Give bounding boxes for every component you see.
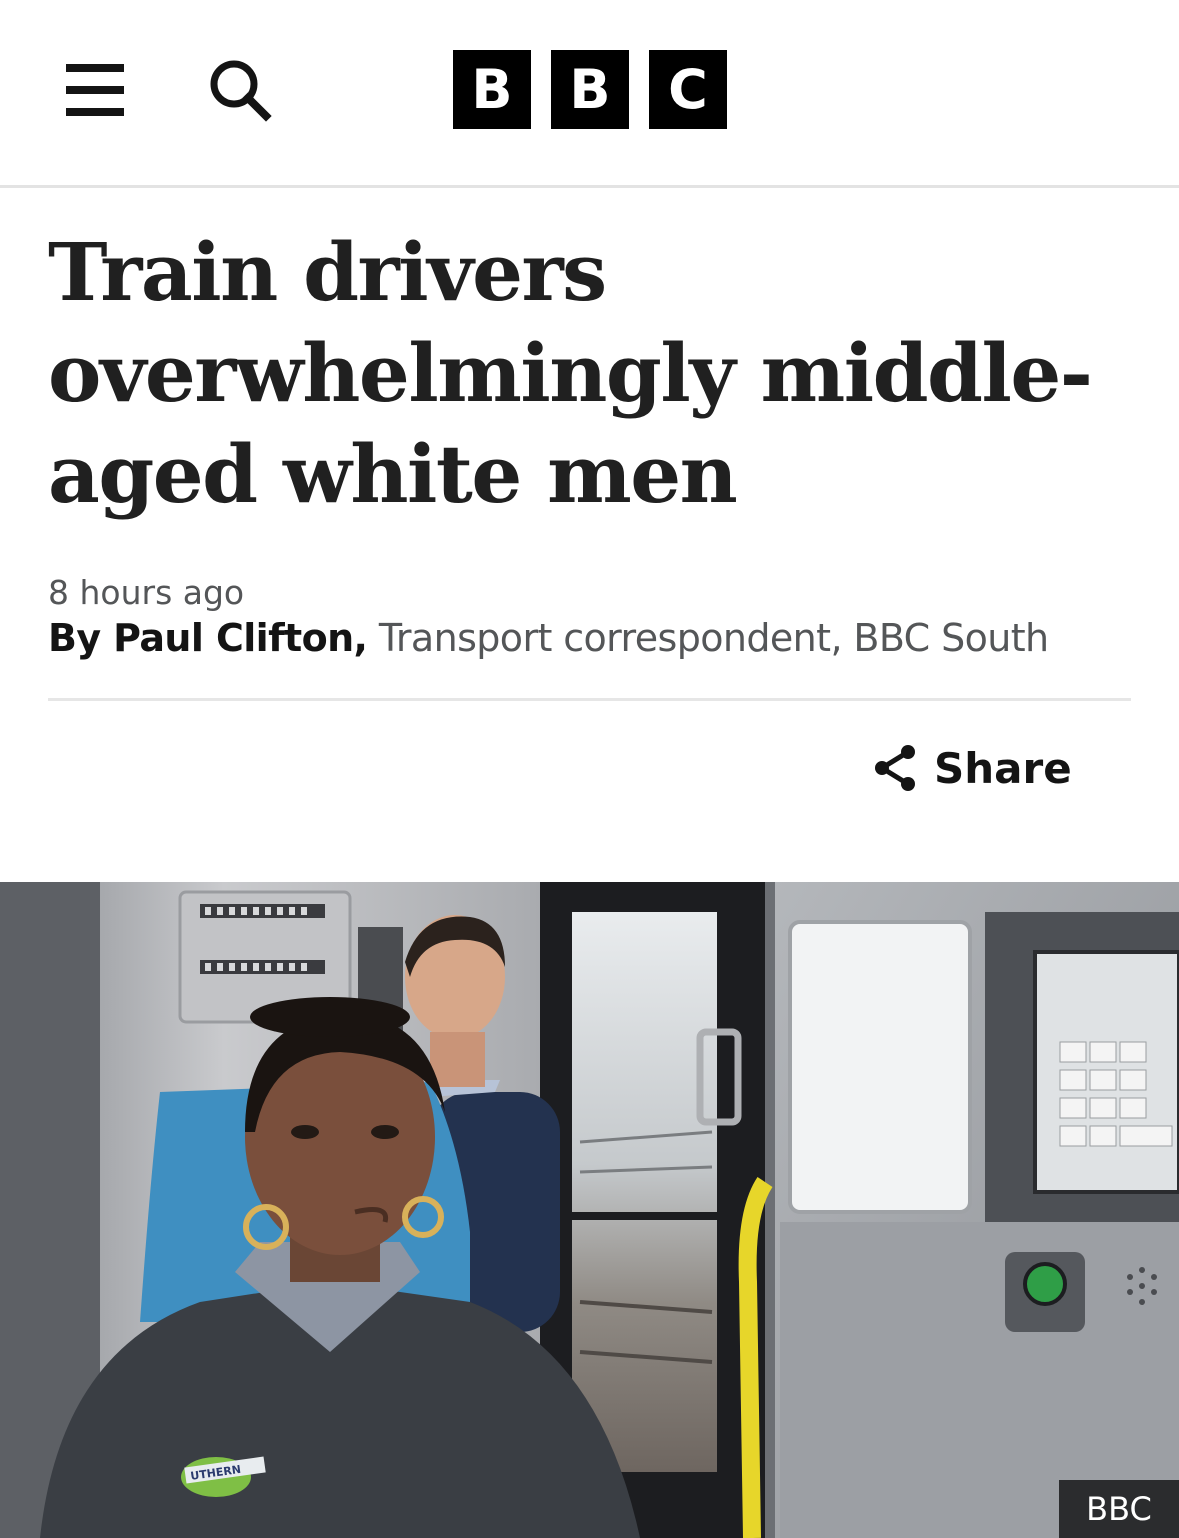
site-header: B B C (0, 0, 1179, 188)
menu-button[interactable] (66, 62, 126, 118)
logo-letter: B (453, 50, 531, 129)
hamburger-menu-icon-bar-middle (66, 86, 124, 94)
logo-letter: B (551, 50, 629, 129)
article-headline: Train drivers overwhelmingly middle-aged… (48, 225, 1093, 521)
hamburger-menu-icon-bar-top (66, 64, 124, 72)
search-icon (210, 60, 272, 122)
hero-image[interactable]: UTHERN BBC (0, 882, 1179, 1538)
share-icon (875, 745, 915, 791)
article-byline: By Paul Clifton, Transport correspondent… (48, 616, 1049, 660)
logo-letter: C (649, 50, 727, 129)
article-timestamp: 8 hours ago (48, 573, 245, 612)
byline-role: Transport correspondent, BBC South (367, 616, 1049, 660)
share-label: Share (934, 743, 1072, 793)
bbc-logo[interactable]: B B C (453, 50, 727, 129)
byline-author[interactable]: By Paul Clifton, (48, 616, 368, 660)
image-credit: BBC (1059, 1480, 1179, 1538)
search-button[interactable] (208, 58, 272, 122)
share-button[interactable]: Share (872, 738, 1072, 798)
byline-divider (48, 698, 1131, 701)
train-cab-photo: UTHERN (0, 882, 1179, 1538)
hamburger-menu-icon-bar-bottom (66, 108, 124, 116)
